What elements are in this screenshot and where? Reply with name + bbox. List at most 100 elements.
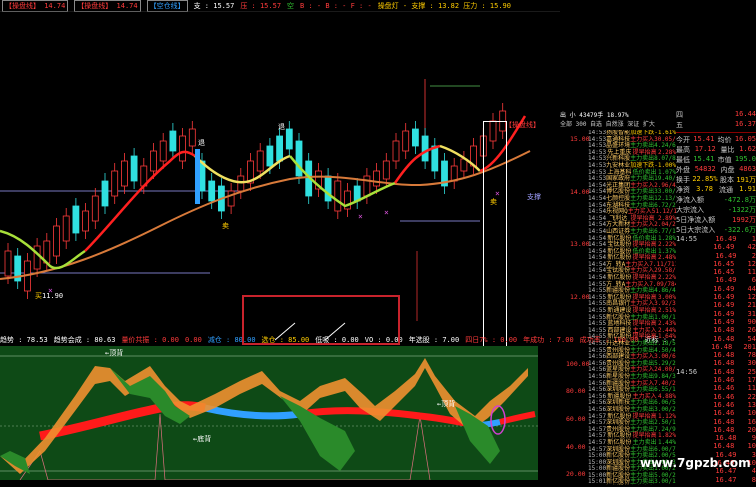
tick-p: 16.45	[713, 268, 735, 277]
tick-v: 16	[747, 417, 756, 426]
tick-t: 14:55	[676, 235, 698, 243]
tick-t	[676, 351, 700, 359]
slow-ma-line	[0, 150, 531, 280]
tick-row: 16.48 54	[676, 335, 756, 343]
short-term-tape[interactable]: 14:53扬股智能加速下跌-1.61%14:53嘉通科技主力买入30.05/18…	[588, 130, 676, 485]
tick-p: 16.49	[713, 301, 735, 310]
axis-tick: 15.00	[570, 135, 590, 143]
axis-tick: 40.00	[566, 443, 586, 451]
tick-row: 16.48 16	[676, 418, 756, 426]
tick-v: 10	[747, 442, 756, 451]
tape-header-line2: 全部 300 自选 自然涨 深证 扩大	[560, 121, 655, 128]
tick-v: 12	[747, 259, 756, 268]
tick-t	[676, 476, 700, 484]
candle-body	[82, 210, 89, 232]
tick-row: 16.48 26	[676, 326, 756, 334]
axis-tick: 60.00	[566, 415, 586, 423]
oscillator-value-label: 0.00	[184, 336, 202, 344]
tick-t	[676, 401, 700, 409]
tick-p: 16.46	[713, 409, 735, 418]
tick-t	[676, 318, 700, 326]
tick-v: 42	[747, 243, 756, 252]
tick-p: 16.46	[713, 376, 735, 385]
tick-v: 17	[747, 376, 756, 385]
tick-v: 44	[747, 284, 756, 293]
stat-bv: 195.0	[734, 155, 756, 163]
candle-body	[4, 250, 12, 277]
candle-body	[53, 225, 60, 257]
stat-bv: 1.62	[739, 145, 756, 153]
arrow-label-1: 退	[198, 138, 205, 147]
tick-row: 16.49 31	[676, 310, 756, 318]
candle-body	[179, 135, 187, 162]
tick-t	[676, 442, 700, 450]
indicator-label: B : - B : - F : -	[300, 1, 372, 10]
candle-body	[208, 180, 216, 202]
tick-v: 54	[747, 334, 756, 343]
tick-row: 16.46 11	[676, 384, 756, 392]
tick-row: 16.49 90	[676, 318, 756, 326]
tick-t	[676, 326, 700, 334]
candle-body	[62, 215, 70, 242]
tick-row: 16.46 10	[676, 409, 756, 417]
tick-p: 16.48	[713, 425, 735, 434]
watermark: www.7gpzb.com	[640, 456, 751, 470]
stat-a: 外盘	[676, 166, 690, 174]
stat-row: 换手 22.85% 股本 191万	[676, 175, 756, 185]
tick-p: 16.46	[713, 400, 735, 409]
tick-row: 16.49 21	[676, 301, 756, 309]
stat-row: 大宗流入 -1322万	[676, 205, 756, 215]
stat-b: 内盘	[720, 166, 735, 174]
oscillator-chart[interactable]: ←顶背 ←顶背 ←底背	[0, 346, 538, 480]
axis-tick: 12.00	[570, 293, 590, 301]
tick-t	[676, 393, 700, 401]
tick-row: 16.49 2	[676, 252, 756, 260]
tick-p: 16.48	[713, 326, 735, 335]
tick-row: 16.49 42	[676, 243, 756, 251]
oscillator-value-label: 四日7% : 0.00	[465, 336, 518, 344]
stat-av: -322.6万	[723, 226, 756, 234]
tick-v: 2	[751, 251, 756, 260]
stat-row: 净资 3.78 流通 1.91	[676, 185, 756, 195]
tick-p: 16.48	[713, 351, 735, 360]
tick-t	[676, 343, 700, 351]
candle-body	[256, 150, 264, 172]
candle-body	[188, 128, 196, 147]
divider	[676, 132, 756, 133]
candle-body	[111, 170, 119, 197]
tick-row: 16.48 10	[676, 442, 756, 450]
stat-av: -472.8万	[723, 196, 756, 204]
tape-header: 出 小 43479手 18.97% 全部 300 自选 自然涨 深证 扩大	[560, 110, 676, 130]
tick-p: 16.49	[713, 293, 735, 302]
candle-body	[402, 130, 410, 152]
candles-group	[4, 103, 507, 299]
tick-row: 16.45 11	[676, 268, 756, 276]
indicator-label: 支 : 15.57	[193, 1, 235, 10]
candlestick-chart[interactable]: 11.90 买 卖 卖 支撑 【操盘线】 退 退 × × × ×	[0, 11, 560, 321]
tick-p: 16.48	[713, 417, 735, 426]
tick-p: 16.49	[715, 251, 737, 260]
tick-v: 1	[751, 235, 756, 243]
osc-band-blue	[204, 404, 301, 420]
tick-t	[676, 426, 700, 434]
indicator-label: 操盘灯 - 支撑 : 13.82 压力 : 15.90	[377, 1, 511, 10]
axis-tick: 20.00	[566, 470, 586, 478]
stat-row: 最高 17.12 量比 1.62	[676, 145, 756, 155]
tick-v: 30	[747, 359, 756, 368]
price-axis: 15.00 14.00 13.00 12.00 100.00 80.00 60.…	[560, 110, 590, 485]
blue-bar-marker	[195, 149, 200, 204]
tick-row: 16.46 17	[676, 376, 756, 384]
order-price: 16.37	[734, 120, 756, 128]
tick-v: 3	[751, 450, 756, 459]
stat-row: 今开 15.41 均价 16.05	[676, 135, 756, 145]
tick-t	[676, 335, 700, 343]
tick-t	[676, 260, 700, 268]
tick-p: 16.45	[713, 259, 735, 268]
tick-t	[676, 310, 700, 318]
stat-av: 15.41	[693, 155, 715, 163]
tick-p: 16.46	[713, 392, 735, 401]
tick-t	[676, 243, 700, 251]
stat-av: -1322万	[727, 206, 756, 214]
sell-marker-1: 卖	[222, 222, 229, 230]
stat-av: 17.12	[694, 145, 716, 153]
